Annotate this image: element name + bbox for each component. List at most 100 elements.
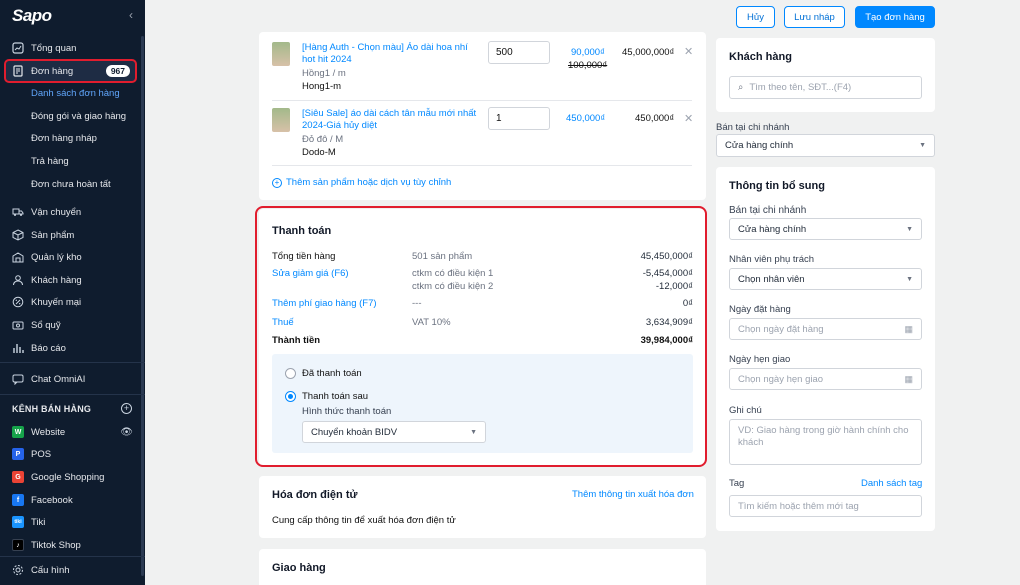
unit-price-link[interactable]: 90,000₫	[571, 47, 605, 58]
truck-icon	[12, 206, 24, 218]
sidebar-item-chat-omniai[interactable]: Chat OmniAI	[0, 368, 145, 390]
order-date-label: Ngày đặt hàng	[729, 304, 791, 315]
chevron-left-icon[interactable]: ‹	[129, 8, 133, 22]
sidebar: Sapo ‹ Tổng quan Đơn hàng 967 Danh sách …	[0, 0, 145, 585]
row-divider	[272, 165, 692, 166]
customer-search-input[interactable]: ⌕ Tìm theo tên, SĐT...(F4)	[729, 76, 922, 99]
note-placeholder: VD: Giao hàng trong giờ hành chính cho k…	[738, 425, 909, 448]
delivery-date-placeholder: Chọn ngày hẹn giao	[738, 373, 824, 385]
sidebar-item-reports[interactable]: Báo cáo	[0, 337, 145, 359]
discount-icon	[12, 296, 24, 308]
sidebar-item-label: Tổng quan	[31, 42, 77, 54]
channel-website[interactable]: W Website 👁	[0, 421, 145, 443]
sidebar-sub-incomplete[interactable]: Đơn chưa hoàn tất	[31, 179, 111, 190]
channel-facebook[interactable]: f Facebook	[0, 489, 145, 511]
remove-line-close-icon[interactable]: ✕	[684, 45, 693, 58]
product-name-link[interactable]: [Siêu Sale] áo dài cách tân mẫu mới nhất…	[302, 108, 482, 132]
user-icon	[12, 274, 24, 286]
order-date-input[interactable]: Chọn ngày đặt hàng ▦	[729, 318, 922, 340]
sidebar-sub-packing[interactable]: Đóng gói và giao hàng	[31, 111, 126, 122]
tag-input[interactable]: Tìm kiếm hoặc thêm mới tag	[729, 495, 922, 517]
sidebar-sub-order-list[interactable]: Danh sách đơn hàng	[31, 88, 120, 99]
product-variant: Đỏ đô / M	[302, 134, 344, 145]
channel-pos[interactable]: P POS	[0, 443, 145, 465]
customer-card	[716, 38, 935, 112]
chevron-down-icon: ▼	[919, 142, 926, 149]
note-textarea[interactable]: VD: Giao hàng trong giờ hành chính cho k…	[729, 419, 922, 465]
channel-label: POS	[31, 448, 52, 460]
sidebar-item-overview[interactable]: Tổng quan	[0, 37, 145, 59]
channel-label: Tiki	[31, 516, 46, 528]
sidebar-item-settings[interactable]: Cấu hình	[0, 559, 145, 581]
product-name-link[interactable]: [Hàng Auth - Chọn màu] Áo dài hoa nhí ho…	[302, 42, 482, 66]
product-variant: Hồng1 / m	[302, 68, 346, 79]
sapo-logo[interactable]: Sapo	[12, 6, 52, 26]
unit-price-link[interactable]: 450,000₫	[566, 113, 605, 124]
original-price: 100,000₫	[568, 60, 608, 71]
pos-icon: P	[12, 448, 24, 460]
sidebar-item-shipping[interactable]: Vận chuyển	[0, 201, 145, 223]
create-order-button[interactable]: Tạo đơn hàng	[855, 6, 935, 28]
tag-list-link[interactable]: Danh sách tag	[861, 478, 922, 489]
sidebar-item-cashbook[interactable]: Sổ quỹ	[0, 314, 145, 336]
remove-line-close-icon[interactable]: ✕	[684, 112, 693, 125]
box-icon	[12, 229, 24, 241]
product-sku: Hong1-m	[302, 81, 342, 92]
sidebar-sub-returns[interactable]: Trả hàng	[31, 156, 69, 167]
branch-select[interactable]: Cửa hàng chính ▼	[716, 134, 935, 157]
sidebar-divider	[0, 394, 145, 395]
channel-label: Website	[31, 426, 66, 438]
cancel-button[interactable]: Hủy	[736, 6, 775, 28]
sidebar-item-orders[interactable]: Đơn hàng 967	[4, 59, 137, 83]
tiki-icon: tiki	[12, 516, 24, 528]
sidebar-sub-draft-orders[interactable]: Đơn hàng nháp	[31, 133, 97, 144]
order-icon	[12, 65, 24, 77]
chart-icon	[12, 342, 24, 354]
sidebar-item-label: Quản lý kho	[31, 251, 82, 263]
customer-title: Khách hàng	[729, 51, 792, 63]
extra-branch-value: Cửa hàng chính	[738, 223, 807, 235]
save-draft-button[interactable]: Lưu nháp	[784, 6, 845, 28]
sidebar-item-products[interactable]: Sản phẩm	[0, 224, 145, 246]
order-date-placeholder: Chọn ngày đặt hàng	[738, 323, 824, 335]
sidebar-item-label: Đơn hàng	[31, 65, 74, 77]
extra-branch-select[interactable]: Cửa hàng chính ▼	[729, 218, 922, 240]
sales-channels-title: KÊNH BÁN HÀNG	[12, 404, 92, 414]
chevron-down-icon: ▼	[906, 225, 913, 233]
sidebar-item-promotions[interactable]: Khuyến mại	[0, 291, 145, 313]
sidebar-item-inventory[interactable]: Quản lý kho	[0, 246, 145, 268]
channel-label: Tiktok Shop	[31, 539, 81, 551]
quantity-input[interactable]: 500	[488, 41, 550, 64]
staff-select[interactable]: Chọn nhân viên ▼	[729, 268, 922, 290]
add-product-button[interactable]: + Thêm sản phẩm hoặc dịch vụ tùy chỉnh	[272, 177, 451, 188]
channel-label: Facebook	[31, 494, 73, 506]
channel-label: Google Shopping	[31, 471, 105, 483]
sidebar-item-label: Sổ quỹ	[31, 319, 61, 331]
e-invoice-description: Cung cấp thông tin để xuất hóa đơn điện …	[272, 515, 456, 526]
add-invoice-info-link[interactable]: Thêm thông tin xuất hóa đơn	[572, 489, 694, 500]
sidebar-item-customers[interactable]: Khách hàng	[0, 269, 145, 291]
sidebar-divider	[0, 362, 145, 363]
product-thumbnail[interactable]	[272, 108, 290, 132]
quantity-input[interactable]: 1	[488, 107, 550, 130]
product-thumbnail[interactable]	[272, 42, 290, 66]
line-total: 450,000₫	[635, 113, 675, 124]
delivery-date-input[interactable]: Chọn ngày hẹn giao ▦	[729, 368, 922, 390]
channel-tiktok-shop[interactable]: ♪ Tiktok Shop	[0, 534, 145, 556]
sidebar-item-label: Cấu hình	[31, 564, 70, 576]
channel-tiki[interactable]: tiki Tiki	[0, 511, 145, 533]
sidebar-item-label: Vận chuyển	[31, 206, 82, 218]
eye-icon[interactable]: 👁	[120, 427, 133, 438]
sidebar-item-label: Khách hàng	[31, 274, 82, 286]
warehouse-icon	[12, 251, 24, 263]
calendar-icon: ▦	[904, 373, 913, 384]
extra-branch-label: Bán tại chi nhánh	[729, 205, 807, 216]
sidebar-item-label: Sản phẩm	[31, 229, 75, 241]
chevron-down-icon: ▼	[906, 275, 913, 283]
sidebar-item-label: Chat OmniAI	[31, 373, 86, 385]
branch-value: Cửa hàng chính	[725, 140, 794, 151]
facebook-icon: f	[12, 494, 24, 506]
add-channel-icon[interactable]: +	[121, 403, 132, 414]
channel-google-shopping[interactable]: G Google Shopping	[0, 466, 145, 488]
orders-count-badge: 967	[105, 65, 130, 77]
